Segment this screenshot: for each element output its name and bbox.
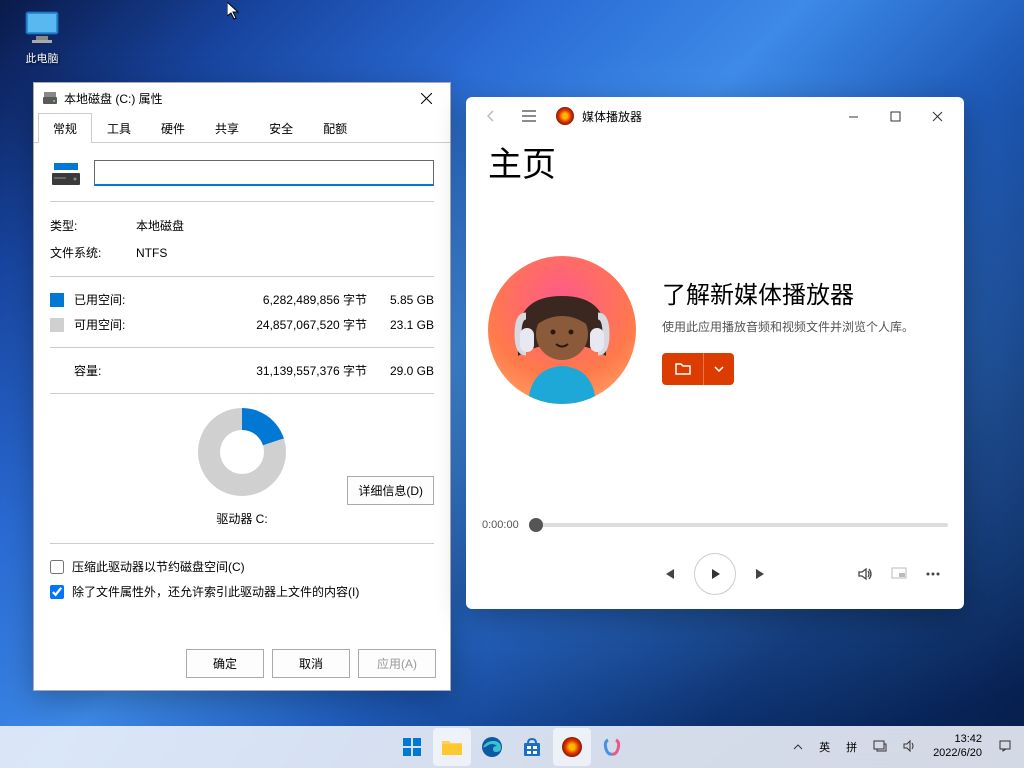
compress-checkbox[interactable]	[50, 560, 64, 574]
tab-sharing[interactable]: 共享	[200, 113, 254, 143]
disk-usage-pie	[198, 408, 286, 496]
close-button[interactable]	[406, 85, 446, 111]
seek-slider[interactable]	[529, 523, 948, 527]
index-checkbox-row[interactable]: 除了文件属性外，还允许索引此驱动器上文件的内容(I)	[50, 579, 434, 604]
compress-checkbox-row[interactable]: 压缩此驱动器以节约磁盘空间(C)	[50, 554, 434, 579]
capacity-gb: 29.0 GB	[379, 364, 434, 378]
used-space-gb: 5.85 GB	[379, 293, 434, 307]
index-label: 除了文件属性外，还允许索引此驱动器上文件的内容(I)	[72, 583, 359, 600]
seek-thumb[interactable]	[529, 518, 543, 532]
menu-button[interactable]	[510, 100, 548, 132]
notifications-icon[interactable]	[992, 735, 1018, 760]
filesystem-value: NTFS	[136, 246, 434, 260]
play-button[interactable]	[694, 553, 736, 595]
ime-language[interactable]: 英	[813, 735, 836, 759]
next-button[interactable]	[746, 559, 776, 589]
minimize-button[interactable]	[832, 100, 874, 132]
properties-tabs: 常规 工具 硬件 共享 安全 配额	[34, 113, 450, 143]
volume-button[interactable]	[850, 559, 880, 589]
media-player-app-icon	[556, 107, 574, 125]
maximize-button[interactable]	[874, 100, 916, 132]
free-space-gb: 23.1 GB	[379, 318, 434, 332]
type-value: 本地磁盘	[136, 217, 434, 234]
open-folder-button[interactable]	[662, 353, 704, 385]
back-button[interactable]	[472, 100, 510, 132]
drive-large-icon	[50, 157, 82, 189]
capacity-label: 容量:	[74, 362, 144, 379]
properties-window: 本地磁盘 (C:) 属性 常规 工具 硬件 共享 安全 配额 类型: 本地磁盘 …	[33, 82, 451, 691]
mini-player-button[interactable]	[884, 559, 914, 589]
hero-title: 了解新媒体播放器	[662, 275, 914, 310]
free-space-swatch	[50, 318, 64, 332]
taskbar-media-player[interactable]	[553, 728, 591, 766]
free-space-bytes: 24,857,067,520 字节	[144, 316, 379, 333]
taskbar: 英 拼 13:42 2022/6/20	[0, 726, 1024, 768]
used-space-bytes: 6,282,489,856 字节	[144, 291, 379, 308]
properties-title: 本地磁盘 (C:) 属性	[64, 90, 406, 107]
ime-mode[interactable]: 拼	[840, 735, 863, 759]
properties-titlebar[interactable]: 本地磁盘 (C:) 属性	[34, 83, 450, 113]
compress-label: 压缩此驱动器以节约磁盘空间(C)	[72, 558, 245, 575]
taskbar-store[interactable]	[513, 728, 551, 766]
tray-time: 13:42	[933, 733, 982, 747]
drive-label: 驱动器 C:	[50, 510, 434, 527]
taskbar-copilot[interactable]	[593, 728, 631, 766]
taskbar-edge[interactable]	[473, 728, 511, 766]
tray-chevron-icon[interactable]	[787, 737, 809, 757]
tab-quota[interactable]: 配额	[308, 113, 362, 143]
page-title: 主页	[488, 137, 942, 186]
index-checkbox[interactable]	[50, 585, 64, 599]
capacity-bytes: 31,139,557,376 字节	[144, 362, 379, 379]
media-player-title: 媒体播放器	[582, 108, 832, 125]
tray-date: 2022/6/20	[933, 747, 982, 761]
network-icon[interactable]	[867, 735, 893, 760]
apply-button[interactable]: 应用(A)	[358, 649, 436, 678]
ok-button[interactable]: 确定	[186, 649, 264, 678]
hero-description: 使用此应用播放音频和视频文件并浏览个人库。	[662, 318, 914, 335]
drive-name-input[interactable]	[94, 160, 434, 186]
tab-general[interactable]: 常规	[38, 113, 92, 143]
used-space-label: 已用空间:	[74, 291, 144, 308]
previous-button[interactable]	[654, 559, 684, 589]
type-label: 类型:	[50, 217, 136, 234]
drive-icon	[42, 90, 58, 106]
free-space-label: 可用空间:	[74, 316, 144, 333]
tray-clock[interactable]: 13:42 2022/6/20	[927, 733, 988, 761]
desktop-icon-label: 此电脑	[12, 50, 72, 66]
taskbar-explorer[interactable]	[433, 728, 471, 766]
cancel-button[interactable]: 取消	[272, 649, 350, 678]
tab-tools[interactable]: 工具	[92, 113, 146, 143]
more-button[interactable]	[918, 559, 948, 589]
playback-time: 0:00:00	[482, 519, 519, 531]
media-player-window: 媒体播放器 主页	[466, 97, 964, 609]
used-space-swatch	[50, 293, 64, 307]
tab-security[interactable]: 安全	[254, 113, 308, 143]
hero-avatar	[488, 256, 636, 404]
start-button[interactable]	[393, 728, 431, 766]
filesystem-label: 文件系统:	[50, 244, 136, 261]
open-dropdown-button[interactable]	[704, 353, 734, 385]
volume-icon[interactable]	[897, 735, 923, 760]
desktop-icon-this-pc[interactable]: 此电脑	[12, 10, 72, 66]
tab-hardware[interactable]: 硬件	[146, 113, 200, 143]
close-button[interactable]	[916, 100, 958, 132]
details-button[interactable]: 详细信息(D)	[347, 476, 434, 505]
